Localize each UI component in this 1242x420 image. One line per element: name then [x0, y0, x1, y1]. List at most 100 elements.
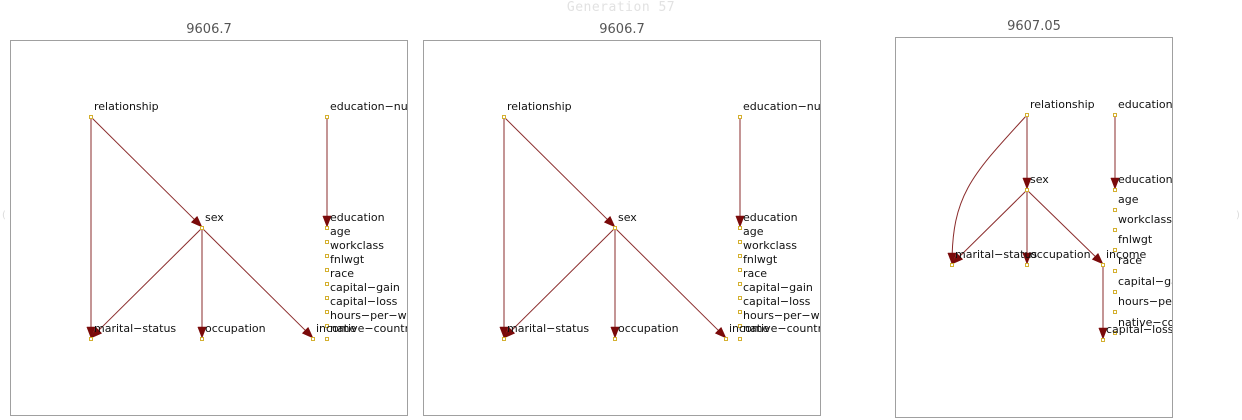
node-sex: sex [1025, 173, 1049, 192]
panel-score: 9607.05 [1007, 19, 1061, 34]
node-label: income [729, 322, 770, 335]
node-marker [1113, 269, 1117, 273]
node-marker [325, 282, 329, 286]
panel-score: 9606.7 [186, 22, 232, 37]
node-marker [1113, 290, 1117, 294]
node-income: income [311, 322, 357, 341]
node-marker [1025, 188, 1029, 192]
node-education-num: education−num [325, 100, 408, 119]
node-marker [738, 310, 742, 314]
node-label: education [743, 211, 798, 224]
node-label: workclass [330, 239, 384, 252]
node-age: age [1113, 193, 1139, 212]
node-marker [1113, 310, 1117, 314]
node-label: capital−loss [330, 295, 398, 308]
node-marker [724, 337, 728, 341]
node-marker [1101, 263, 1105, 267]
node-occupation: occupation [613, 322, 679, 341]
node-label: education−num [330, 100, 408, 113]
node-marker [738, 268, 742, 272]
node-label: capital−gain [1118, 275, 1173, 288]
node-label: occupation [618, 322, 679, 335]
graph-panel-2: 9606.7 relationship education−num sex educa… [423, 22, 821, 416]
node-label: relationship [94, 100, 159, 113]
node-label: fnlwgt [330, 253, 365, 266]
node-marker [325, 296, 329, 300]
node-label: hours−per−week [1118, 295, 1173, 308]
node-marker [738, 226, 742, 230]
graph-frame: relationship education−num sex education age… [895, 37, 1173, 418]
node-marker [200, 226, 204, 230]
node-label: hours−per−week [743, 309, 821, 322]
node-capital-gain: capital−gain [1113, 275, 1173, 294]
node-label: hours−per−week [330, 309, 408, 322]
node-marker [1101, 338, 1105, 342]
graph-canvas: relationshipeducation−numsexeducationage… [86, 100, 408, 341]
node-label: workclass [743, 239, 797, 252]
node-workclass: workclass [1113, 213, 1172, 232]
graph-panel-1: 9606.7 relationship education−num sex educa… [10, 22, 408, 416]
node-relationship: relationship [502, 100, 572, 119]
node-label: capital−loss [1106, 323, 1173, 336]
node-label: sex [618, 211, 637, 224]
node-education-num: education−num [738, 100, 821, 119]
node-marker [738, 296, 742, 300]
edge-relationship-to-marital-status [947, 114, 1028, 265]
graph-canvas: relationship education−num sex education age… [947, 98, 1173, 342]
edge-relationship-to-sex [90, 116, 203, 228]
node-label: occupation [205, 322, 266, 335]
edge-relationship-to-sex [503, 116, 616, 228]
node-label: marital−status [507, 322, 589, 335]
node-education: education [1113, 173, 1173, 192]
node-education-num: education−num [1113, 98, 1172, 117]
right-edge-marker: ) [1236, 210, 1240, 221]
generation-title: Generation 57 [566, 0, 676, 15]
node-marker [1113, 113, 1117, 117]
node-label: education−num [743, 100, 821, 113]
node-label: race [1118, 254, 1142, 267]
node-marker [325, 226, 329, 230]
node-race: race [1113, 254, 1142, 273]
node-label: sex [205, 211, 224, 224]
node-label: sex [1030, 173, 1049, 186]
node-marker [1113, 188, 1117, 192]
node-label: age [743, 225, 764, 238]
node-label: education [1118, 173, 1173, 186]
node-marker [738, 337, 742, 341]
node-marker [1025, 263, 1029, 267]
node-label: relationship [507, 100, 572, 113]
node-label: age [1118, 193, 1139, 206]
node-marker [325, 254, 329, 258]
node-marker [89, 337, 93, 341]
node-marker [613, 337, 617, 341]
node-marker [738, 282, 742, 286]
node-label: relationship [1030, 98, 1095, 111]
node-occupation: occupation [1025, 248, 1091, 267]
node-marker [950, 263, 954, 267]
node-marker [325, 268, 329, 272]
node-marker [738, 240, 742, 244]
node-marker [502, 115, 506, 119]
node-label: race [743, 267, 767, 280]
node-marker [738, 115, 742, 119]
node-label: workclass [1118, 213, 1172, 226]
node-label: fnlwgt [743, 253, 778, 266]
node-marker [1113, 228, 1117, 232]
graph-frame: relationship education−num sex educationage… [423, 40, 821, 416]
node-income: income [724, 322, 770, 341]
node-label: capital−gain [330, 281, 400, 294]
graph-panel-3: 9607.05 relationship education−num sex educ… [895, 19, 1173, 418]
node-hours-per-week: hours−per−week [1113, 295, 1173, 314]
graph-frame: relationshipeducation−numsexeducationage… [10, 40, 408, 416]
node-marker [89, 115, 93, 119]
node-marker [200, 337, 204, 341]
node-sex: sex [200, 211, 224, 230]
node-marker [325, 240, 329, 244]
node-marital-status: marital−status [502, 322, 589, 341]
node-label: race [330, 267, 354, 280]
node-marker [738, 254, 742, 258]
node-sex: sex [613, 211, 637, 230]
node-marker [1113, 208, 1117, 212]
node-marker [311, 337, 315, 341]
node-label: capital−gain [743, 281, 813, 294]
